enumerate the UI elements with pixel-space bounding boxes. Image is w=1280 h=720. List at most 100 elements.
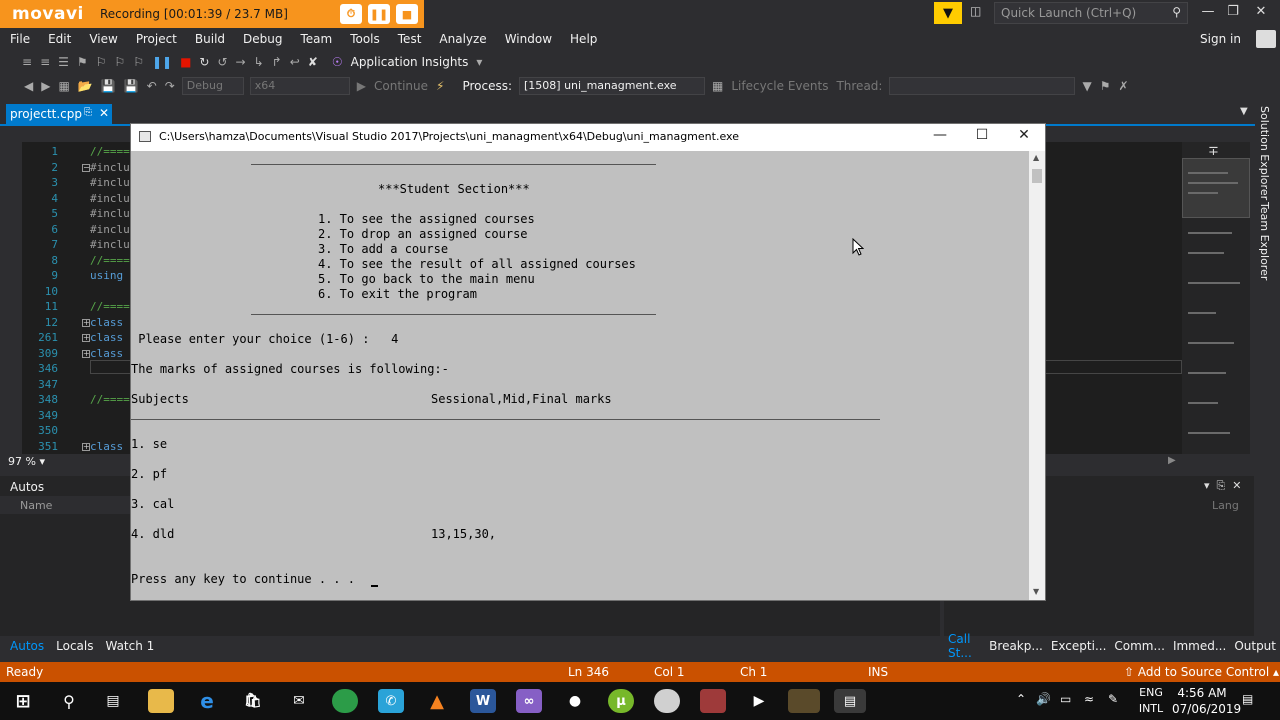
menu-project[interactable]: Project (127, 32, 186, 46)
minimize-icon[interactable]: — (925, 127, 955, 147)
tab-projectt-cpp[interactable]: projectt.cpp ⎘ ✕ (6, 104, 112, 124)
bottom-tab-comm[interactable]: Comm... (1110, 639, 1169, 653)
outline-expander-icon[interactable]: + (82, 442, 90, 451)
code-line[interactable]: class (90, 316, 123, 329)
mail-icon[interactable]: ✉ (286, 689, 312, 713)
platform-dropdown[interactable]: x64 (249, 77, 350, 95)
scroll-down-icon[interactable]: ▼ (1033, 587, 1039, 596)
bottom-tab-call-st[interactable]: Call St... (944, 632, 985, 660)
tray-chevron-icon[interactable]: ⌃ (1016, 692, 1026, 706)
minimize-icon[interactable]: — (1197, 4, 1219, 22)
bookmark-clear-icon[interactable]: ⚐ (133, 55, 144, 69)
filter-icon[interactable]: ▼ (1082, 79, 1091, 93)
file-explorer-icon[interactable] (148, 689, 174, 713)
menu-test[interactable]: Test (389, 32, 431, 46)
step-out-icon[interactable]: ↱ (272, 55, 282, 69)
code-line[interactable]: #inclu (90, 223, 130, 236)
code-line[interactable]: #inclu (90, 176, 130, 189)
forward-icon[interactable]: ▶ (41, 79, 50, 93)
outline-expander-icon[interactable]: + (82, 318, 90, 327)
edge-icon[interactable]: e (194, 689, 220, 713)
col-lang[interactable]: Lang (1212, 499, 1239, 512)
outline-expander-icon[interactable]: + (82, 349, 90, 358)
back-icon[interactable]: ◀ (24, 79, 33, 93)
zoom-level[interactable]: 97 % ▾ (8, 455, 45, 468)
code-line[interactable]: class (90, 440, 123, 453)
panel-controls[interactable]: ▾ ⎘ ✕ (1204, 479, 1242, 493)
word-icon[interactable]: W (470, 689, 496, 713)
task-view-icon[interactable]: ▤ (100, 689, 126, 713)
taskbar-app-icon[interactable]: ● (562, 689, 588, 713)
code-minimap[interactable] (1182, 142, 1250, 454)
store-icon[interactable]: 🛍 (240, 689, 266, 713)
chevron-down-icon[interactable]: ▾ (476, 55, 482, 69)
bottom-tab-watch-1[interactable]: Watch 1 (99, 639, 160, 653)
movavi-icon[interactable] (788, 689, 820, 713)
volume-icon[interactable]: 🔊 (1036, 692, 1051, 706)
quick-launch-input[interactable]: Quick Launch (Ctrl+Q) ⚲ (994, 2, 1188, 24)
menu-debug[interactable]: Debug (234, 32, 291, 46)
chrome-icon[interactable] (332, 689, 358, 713)
menu-tools[interactable]: Tools (341, 32, 389, 46)
step-into-icon[interactable]: ↳ (254, 55, 264, 69)
wifi-icon[interactable]: ≈ (1084, 692, 1094, 706)
paint-icon[interactable] (654, 689, 680, 713)
comment-icon[interactable]: ☰ (58, 55, 69, 69)
break-all-icon[interactable]: ❚❚ (152, 55, 172, 69)
autos-col-name[interactable]: Name (20, 499, 52, 512)
threads-icon[interactable]: ✗ (1118, 79, 1128, 93)
console-window[interactable]: C:\Users\hamza\Documents\Visual Studio 2… (130, 123, 1046, 601)
split-icon[interactable]: ∓ (1208, 144, 1219, 159)
save-icon[interactable]: 💾 (101, 79, 116, 93)
code-line[interactable]: //==== (90, 254, 130, 267)
hot-reload-icon[interactable]: ↺ (217, 55, 227, 69)
scroll-thumb[interactable] (1032, 169, 1042, 183)
menu-build[interactable]: Build (186, 32, 234, 46)
restart-icon[interactable]: ↻ (199, 55, 209, 69)
code-line[interactable]: class (90, 331, 123, 344)
console-output[interactable]: ***Student Section*** 1. To see the assi… (131, 151, 1029, 600)
pen-icon[interactable]: ✎ (1108, 692, 1118, 706)
new-project-icon[interactable]: ▦ (58, 79, 69, 93)
close-icon[interactable]: ✕ (99, 106, 109, 120)
code-line[interactable]: //==== (90, 145, 130, 158)
recorder-stop-button[interactable]: ■ (396, 4, 418, 24)
code-line[interactable]: using (90, 269, 123, 282)
close-icon[interactable]: ✕ (1009, 127, 1039, 147)
language-indicator[interactable]: ENG INTL (1136, 685, 1166, 717)
open-folder-icon[interactable]: 📂 (78, 79, 93, 93)
menu-team[interactable]: Team (291, 32, 341, 46)
pin-icon[interactable]: ⎘ (84, 107, 92, 118)
continue-button[interactable]: Continue (374, 79, 428, 93)
battery-icon[interactable]: ▭ (1060, 692, 1071, 706)
lifecycle-events-dropdown[interactable]: Lifecycle Events (731, 79, 828, 93)
utorrent-icon[interactable]: μ (608, 689, 634, 713)
clock[interactable]: 4:56 AM 07/06/2019 (1172, 685, 1241, 717)
menu-view[interactable]: View (80, 32, 126, 46)
action-center-icon[interactable]: ▤ (1242, 692, 1253, 706)
account-avatar[interactable] (1256, 30, 1276, 48)
console-title-bar[interactable]: C:\Users\hamza\Documents\Visual Studio 2… (131, 124, 1045, 151)
bottom-tab-output[interactable]: Output (1230, 639, 1280, 653)
bottom-tab-autos[interactable]: Autos (0, 639, 50, 653)
notification-icon[interactable]: ◫ (970, 4, 990, 22)
stop-debug-icon[interactable]: ■ (180, 55, 191, 69)
code-line[interactable]: //==== (90, 300, 130, 313)
close-icon[interactable]: ✕ (1250, 4, 1272, 22)
bookmark-next-icon[interactable]: ⚐ (114, 55, 125, 69)
outline-expander-icon[interactable]: + (82, 334, 90, 342)
flag-icon[interactable]: ⚑ (1100, 79, 1111, 93)
windows-start-icon[interactable]: ⊞ (10, 689, 36, 713)
menu-analyze[interactable]: Analyze (430, 32, 495, 46)
outline-expander-icon[interactable]: − (82, 163, 90, 172)
bottom-tab-locals[interactable]: Locals (50, 639, 99, 653)
archive-icon[interactable] (700, 689, 726, 713)
minimap-viewport[interactable] (1182, 158, 1250, 218)
fire-icon[interactable]: ⚡ (436, 79, 444, 93)
menu-edit[interactable]: Edit (39, 32, 80, 46)
code-line[interactable]: #inclu (90, 192, 130, 205)
code-line[interactable]: //==== (90, 393, 130, 406)
thread-dropdown[interactable] (889, 77, 1076, 95)
menu-help[interactable]: Help (561, 32, 606, 46)
save-all-icon[interactable]: 💾 (124, 79, 139, 93)
